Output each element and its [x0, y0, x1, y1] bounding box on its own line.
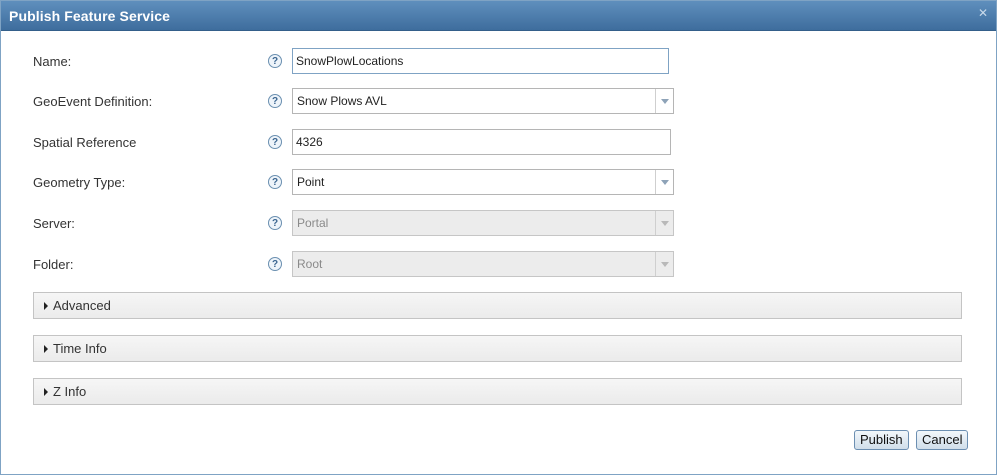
geometry-type-value: Point [297, 175, 325, 189]
help-icon[interactable]: ? [268, 175, 282, 189]
geometry-type-select[interactable]: Point [292, 169, 674, 195]
publish-feature-service-dialog: Publish Feature Service ✕ Name: ? GeoEve… [0, 0, 997, 475]
server-select: Portal [292, 210, 674, 236]
publish-button[interactable]: Publish [854, 430, 909, 450]
spatial-reference-input[interactable] [292, 129, 671, 155]
cancel-button[interactable]: Cancel [916, 430, 969, 450]
help-icon[interactable]: ? [268, 54, 282, 68]
name-label: Name: [33, 54, 72, 69]
spatial-reference-row: Spatial Reference ? [1, 129, 996, 157]
help-icon[interactable]: ? [268, 94, 282, 108]
server-dropdown-button [655, 211, 673, 235]
help-icon[interactable]: ? [268, 216, 282, 230]
chevron-down-icon [660, 261, 669, 267]
caret-right-icon [44, 388, 48, 396]
z-info-section-label: Z Info [53, 384, 87, 399]
time-info-section-header[interactable]: Time Info [33, 335, 962, 362]
folder-row: Folder: ? Root [1, 251, 996, 279]
geoevent-definition-dropdown-button[interactable] [655, 89, 673, 113]
chevron-down-icon [660, 179, 669, 185]
time-info-section-label: Time Info [53, 341, 107, 356]
server-row: Server: ? Portal [1, 210, 996, 238]
close-icon[interactable]: ✕ [976, 6, 990, 20]
chevron-down-icon [660, 98, 669, 104]
server-value: Portal [297, 216, 329, 230]
name-row: Name: ? [1, 48, 996, 76]
geometry-type-row: Geometry Type: ? Point [1, 169, 996, 197]
server-label: Server: [33, 216, 75, 231]
geoevent-definition-label: GeoEvent Definition: [33, 94, 153, 109]
geoevent-definition-value: Snow Plows AVL [297, 94, 387, 108]
z-info-section-header[interactable]: Z Info [33, 378, 962, 405]
name-input[interactable] [292, 48, 669, 74]
dialog-title: Publish Feature Service [9, 8, 171, 24]
geometry-type-dropdown-button[interactable] [655, 170, 673, 194]
geoevent-definition-row: GeoEvent Definition: ? Snow Plows AVL [1, 88, 996, 116]
folder-value: Root [297, 257, 323, 271]
advanced-section-header[interactable]: Advanced [33, 292, 962, 319]
folder-dropdown-button [655, 252, 673, 276]
help-icon[interactable]: ? [268, 135, 282, 149]
caret-right-icon [44, 302, 48, 310]
folder-label: Folder: [33, 257, 74, 272]
spatial-reference-label: Spatial Reference [33, 135, 137, 150]
folder-select: Root [292, 251, 674, 277]
geoevent-definition-select[interactable]: Snow Plows AVL [292, 88, 674, 114]
dialog-titlebar[interactable]: Publish Feature Service ✕ [1, 1, 996, 31]
caret-right-icon [44, 345, 48, 353]
help-icon[interactable]: ? [268, 257, 282, 271]
chevron-down-icon [660, 220, 669, 226]
geometry-type-label: Geometry Type: [33, 175, 126, 190]
advanced-section-label: Advanced [53, 298, 111, 313]
